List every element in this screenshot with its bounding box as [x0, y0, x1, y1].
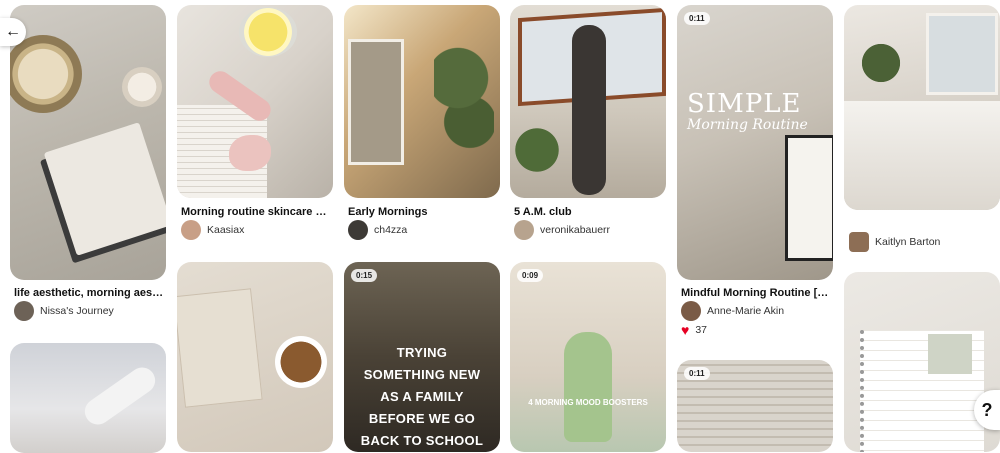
video-overlay-title: SIMPLE	[687, 89, 802, 119]
coffee-cup	[122, 67, 162, 107]
author-name: veronikabauerr	[540, 224, 611, 236]
pin-author[interactable]: Anne-Marie Akin	[681, 301, 784, 321]
video-overlay-text: 4 MORNING MOOD BOOSTERS	[528, 398, 648, 407]
pin-image-legs[interactable]	[10, 343, 166, 453]
plant	[858, 33, 904, 93]
video-overlay-text: TRYING SOMETHING NEW AS A FAMILY BEFORE …	[360, 345, 484, 448]
pin-image-5am-club[interactable]	[510, 5, 666, 198]
pin-image-bedroom[interactable]	[844, 5, 1000, 210]
reaction-count: 37	[695, 324, 707, 336]
pin-title[interactable]: Mindful Morning Routine [That...	[681, 287, 833, 299]
pin-title[interactable]: Early Mornings	[348, 206, 500, 218]
window	[926, 13, 998, 95]
pin-author[interactable]: Kaitlyn Barton	[849, 232, 940, 252]
bedding	[844, 101, 1000, 210]
author-name: Kaasiax	[207, 224, 245, 236]
video-duration-badge: 0:09	[517, 269, 544, 282]
help-icon: ?	[981, 399, 993, 420]
avatar	[514, 220, 534, 240]
author-name: Anne-Marie Akin	[707, 305, 785, 317]
pin-reactions[interactable]: ♥ 37	[681, 322, 707, 338]
pin-image-window-blinds[interactable]: 0:11	[677, 360, 833, 452]
video-duration-badge: 0:11	[684, 367, 710, 380]
journal	[177, 288, 263, 408]
avatar	[681, 301, 701, 321]
pin-image-skincare[interactable]	[177, 5, 333, 198]
video-overlay-subtitle: Morning Routine	[687, 117, 808, 133]
pin-image-life-aesthetic[interactable]	[10, 5, 166, 280]
pin-author[interactable]: Kaasiax	[181, 220, 244, 240]
pin-title[interactable]: life aesthetic, morning aesthetic	[14, 287, 166, 299]
pin-author[interactable]: Nissa's Journey	[14, 301, 114, 321]
avatar	[849, 232, 869, 252]
breakfast-bowl	[10, 35, 82, 113]
plants	[434, 45, 494, 155]
plant	[512, 115, 562, 185]
pin-image-mood-boosters[interactable]: 0:09 4 MORNING MOOD BOOSTERS	[510, 262, 666, 452]
author-name: Kaitlyn Barton	[875, 236, 941, 248]
heart-icon: ♥	[681, 322, 690, 338]
pin-image-family-video[interactable]: 0:15 TRYING SOMETHING NEW AS A FAMILY BE…	[344, 262, 500, 452]
arrow-left-icon: ←	[5, 23, 21, 40]
coffee-mug	[275, 336, 327, 388]
pin-image-planner[interactable]	[844, 272, 1000, 452]
stretching-person	[572, 25, 606, 195]
pin-author[interactable]: ch4zza	[348, 220, 407, 240]
sticky-note	[928, 334, 972, 374]
pin-image-simple-morning-routine[interactable]: 0:11 SIMPLE Morning Routine	[677, 5, 833, 280]
window	[348, 39, 404, 165]
video-duration-badge: 0:15	[351, 269, 378, 282]
avatar	[14, 301, 34, 321]
meditating-woman	[564, 332, 612, 442]
lemon-glass	[239, 7, 297, 57]
gua-sha	[229, 135, 271, 171]
home-sign	[785, 135, 833, 261]
avatar	[181, 220, 201, 240]
pin-title[interactable]: Morning routine skincare mornin...	[181, 206, 333, 218]
video-duration-badge: 0:11	[684, 12, 710, 25]
notebook	[43, 122, 166, 256]
pin-author[interactable]: veronikabauerr	[514, 220, 610, 240]
author-name: ch4zza	[374, 224, 408, 236]
pin-image-early-mornings[interactable]	[344, 5, 500, 198]
avatar	[348, 220, 368, 240]
pin-title[interactable]: 5 A.M. club	[514, 206, 666, 218]
sock-foot	[79, 362, 161, 430]
pin-image-journal-coffee[interactable]	[177, 262, 333, 452]
author-name: Nissa's Journey	[40, 305, 114, 317]
